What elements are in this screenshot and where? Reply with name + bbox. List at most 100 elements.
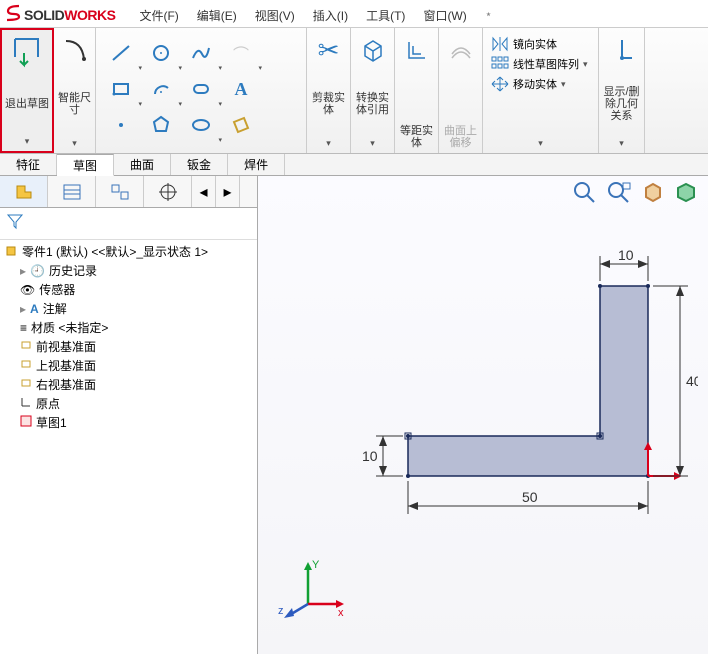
tree-sketch1[interactable]: 草图1 (20, 413, 253, 432)
tree-material[interactable]: ≡材质 <未指定> (20, 318, 253, 337)
move-icon (491, 76, 509, 92)
svg-text:x: x (338, 607, 344, 619)
tree-front-plane[interactable]: 前视基准面 (20, 337, 253, 356)
offset-on-surface-button[interactable]: 曲面上偏移 (439, 28, 483, 153)
circle-tool[interactable]: ▾ (142, 36, 180, 70)
svg-text:z: z (278, 605, 284, 617)
zoom-fit-icon[interactable] (572, 180, 598, 209)
pattern-icon (491, 56, 509, 72)
dimxpert-manager-tab[interactable] (144, 176, 192, 207)
menu-file[interactable]: 文件(F) (139, 7, 178, 24)
tab-weldments[interactable]: 焊件 (228, 154, 285, 175)
tree-annotations[interactable]: ▸A注解 (20, 299, 253, 318)
svg-text:10: 10 (618, 247, 634, 263)
text-tool[interactable]: A (222, 72, 260, 106)
tab-sheetmetal[interactable]: 钣金 (171, 154, 228, 175)
menu-insert[interactable]: 插入(I) (313, 7, 348, 24)
tree-history[interactable]: ▸🕘历史记录 (20, 261, 253, 280)
funnel-icon[interactable] (6, 217, 24, 234)
menu-edit[interactable]: 编辑(E) (197, 7, 237, 24)
tree-root-part[interactable]: 零件1 (默认) <<默认>_显示状态 1> (4, 242, 253, 261)
manager-tabs-scroll-left[interactable]: ◂ (192, 176, 216, 207)
fillet-tool[interactable]: ⌒▾ (222, 36, 260, 70)
manager-tabs: ◂ ▸ (0, 176, 257, 208)
sensor-icon: 👁 (20, 283, 35, 297)
svg-text:10: 10 (362, 448, 378, 464)
linear-pattern-button[interactable]: 线性草图阵列▾ (491, 56, 588, 72)
menu-window[interactable]: 窗口(W) (423, 7, 466, 24)
convert-entities-button[interactable]: 转换实体引用 ▾ (351, 28, 395, 153)
perpendicular-icon (604, 32, 640, 68)
tree-top-plane[interactable]: 上视基准面 (20, 356, 253, 375)
transform-group: 镜向实体 线性草图阵列▾ 移动实体▾ ▾ (483, 28, 599, 153)
main-area: ◂ ▸ 零件1 (默认) <<默认>_显示状态 1> ▸🕘历史记录 👁传感器 ▸… (0, 176, 708, 654)
tab-sketch[interactable]: 草图 (57, 154, 114, 176)
line-tool[interactable]: ▾ (102, 36, 140, 70)
scissors-icon: ✂ (311, 32, 347, 68)
command-tabs: 特征 草图 曲面 钣金 焊件 (0, 154, 708, 176)
slot-tool[interactable]: ▾ (182, 72, 220, 106)
display-delete-relations-button[interactable]: 显示/删除几何关系 ▾ (599, 28, 645, 153)
point-tool[interactable] (102, 108, 140, 142)
smart-dimension-button[interactable]: 智能尺寸 ▾ (54, 28, 96, 153)
offset-icon (399, 32, 435, 68)
tree-origin[interactable]: 原点 (20, 394, 253, 413)
arc-tool[interactable]: ▾ (142, 72, 180, 106)
menu-tools[interactable]: 工具(T) (366, 7, 405, 24)
exit-sketch-button[interactable]: 退出草图 ▾ (0, 28, 54, 153)
property-manager-tab[interactable] (48, 176, 96, 207)
plane-icon (20, 377, 32, 392)
feature-manager-panel: ◂ ▸ 零件1 (默认) <<默认>_显示状态 1> ▸🕘历史记录 👁传感器 ▸… (0, 176, 258, 654)
tab-features[interactable]: 特征 (0, 154, 57, 175)
material-icon: ≡ (20, 321, 27, 335)
plane-tool[interactable] (222, 108, 260, 142)
graphics-area[interactable]: 50 10 10 40 Y (258, 176, 708, 654)
chevron-down-icon[interactable]: ▾ (72, 138, 77, 149)
tree-right-plane[interactable]: 右视基准面 (20, 375, 253, 394)
ellipse-tool[interactable]: ▾ (182, 108, 220, 142)
mirror-entities-button[interactable]: 镜向实体 (491, 36, 588, 52)
feature-tree: 零件1 (默认) <<默认>_显示状态 1> ▸🕘历史记录 👁传感器 ▸A注解 … (0, 240, 257, 434)
title-bar: SOLIDWORKS 文件(F) 编辑(E) 视图(V) 插入(I) 工具(T)… (0, 0, 708, 28)
sketch-tools-group: ▾ ▾ ▾ ⌒▾ ▾ ▾ ▾ A ▾ (96, 28, 307, 153)
display-style-icon[interactable] (674, 180, 700, 209)
solidworks-logo-icon (4, 4, 22, 27)
zoom-area-icon[interactable] (606, 180, 632, 209)
history-icon: 🕘 (30, 264, 45, 278)
polygon-tool[interactable] (142, 108, 180, 142)
solidworks-logo-text: SOLIDWORKS (24, 7, 115, 23)
feature-manager-tab[interactable] (0, 176, 48, 207)
chevron-down-icon[interactable]: ▾ (619, 138, 624, 149)
offset-entities-button[interactable]: 等距实体 (395, 28, 439, 153)
svg-text:40: 40 (686, 373, 698, 389)
origin-icon (20, 396, 32, 411)
chevron-down-icon[interactable]: ▾ (25, 136, 30, 147)
tree-sensors[interactable]: 👁传感器 (20, 280, 253, 299)
move-entities-button[interactable]: 移动实体▾ (491, 76, 588, 92)
manager-tabs-scroll-right[interactable]: ▸ (216, 176, 240, 207)
menu-more-icon[interactable]: ⋆ (485, 7, 493, 24)
orientation-triad[interactable]: Y x z (278, 554, 348, 624)
ribbon: 退出草图 ▾ 智能尺寸 ▾ ▾ ▾ ▾ ⌒▾ ▾ ▾ ▾ A ▾ ✂ 剪 (0, 28, 708, 154)
svg-text:50: 50 (522, 489, 538, 505)
menu-bar: 文件(F) 编辑(E) 视图(V) 插入(I) 工具(T) 窗口(W) ⋆ (139, 7, 492, 24)
plane-icon (20, 358, 32, 373)
chevron-down-icon[interactable]: ▾ (370, 138, 375, 149)
surface-offset-icon (443, 32, 479, 68)
exit-sketch-icon (9, 34, 45, 70)
rectangle-tool[interactable]: ▾ (102, 72, 140, 106)
mirror-icon (491, 36, 509, 52)
plane-icon (20, 339, 32, 354)
chevron-down-icon[interactable]: ▾ (538, 138, 543, 149)
spline-tool[interactable]: ▾ (182, 36, 220, 70)
menu-view[interactable]: 视图(V) (255, 7, 295, 24)
annotation-icon: A (30, 302, 39, 316)
trim-button[interactable]: ✂ 剪裁实体 ▾ (307, 28, 351, 153)
svg-text:Y: Y (312, 559, 320, 571)
chevron-down-icon[interactable]: ▾ (326, 138, 331, 149)
tab-surface[interactable]: 曲面 (114, 154, 171, 175)
part-icon (4, 243, 18, 260)
sketch-drawing: 50 10 10 40 (318, 246, 698, 576)
configuration-manager-tab[interactable] (96, 176, 144, 207)
view-orientation-icon[interactable] (640, 180, 666, 209)
